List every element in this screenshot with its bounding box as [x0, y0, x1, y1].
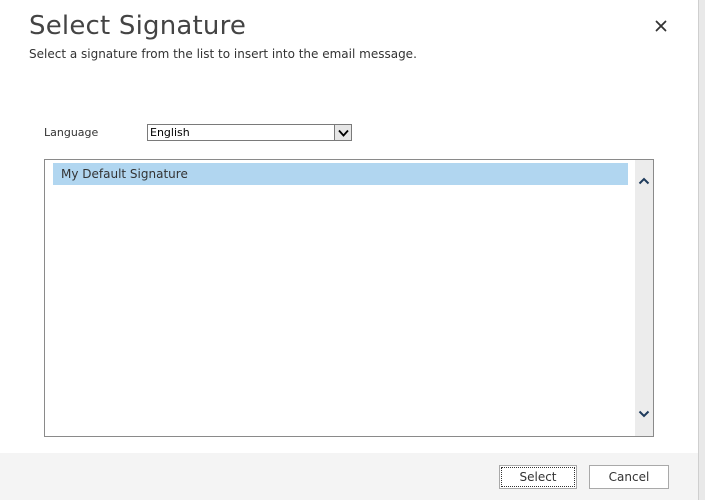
list-item-my-default-signature[interactable]: My Default Signature: [53, 163, 628, 185]
chevron-down-icon: [337, 129, 349, 137]
cancel-button[interactable]: Cancel: [589, 465, 669, 489]
signature-list[interactable]: My Default Signature: [44, 159, 654, 437]
chevron-down-icon: [638, 410, 650, 418]
dialog-title: Select Signature: [29, 11, 247, 41]
background-edge: [698, 0, 705, 500]
language-select-value: English: [150, 126, 190, 139]
select-button[interactable]: Select: [499, 465, 577, 489]
language-label: Language: [44, 126, 99, 139]
language-select[interactable]: English: [147, 124, 352, 141]
close-button[interactable]: [650, 16, 672, 38]
vertical-scrollbar[interactable]: [635, 160, 653, 436]
scroll-down-button[interactable]: [635, 405, 653, 423]
dropdown-button[interactable]: [334, 125, 351, 140]
dialog-subtitle: Select a signature from the list to inse…: [29, 47, 417, 61]
close-icon: [655, 20, 667, 32]
scroll-up-button[interactable]: [635, 172, 653, 190]
chevron-up-icon: [638, 177, 650, 185]
select-signature-dialog: Select Signature Select a signature from…: [0, 0, 698, 500]
